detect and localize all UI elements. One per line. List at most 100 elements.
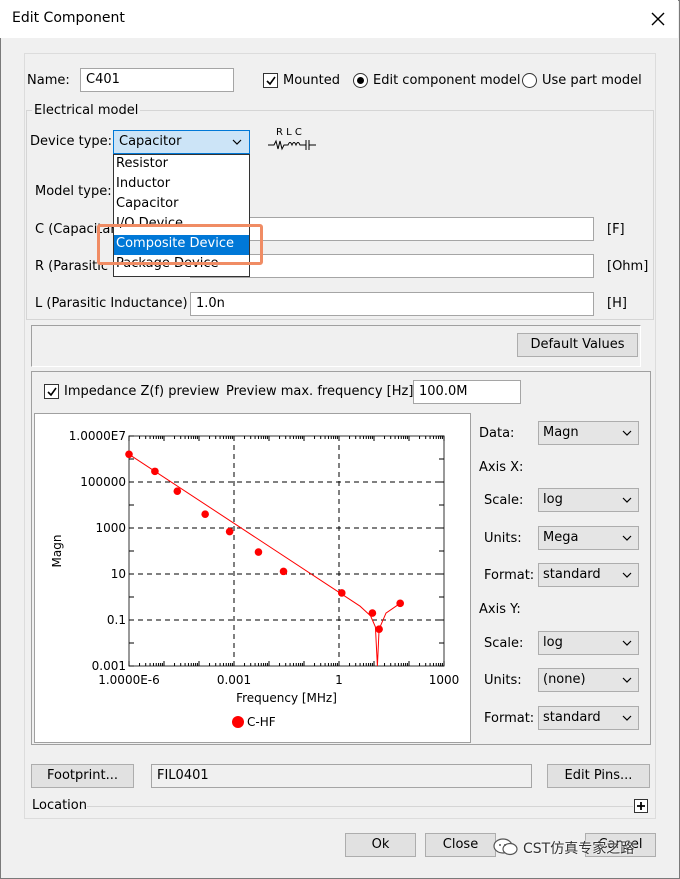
y-tick-label: 1.0000E7 bbox=[69, 429, 126, 443]
name-label: Name: bbox=[27, 73, 70, 88]
data-select[interactable]: Magn bbox=[538, 421, 639, 445]
axis-y-label: Axis Y: bbox=[479, 602, 521, 617]
y-axis-label: Magn bbox=[50, 535, 64, 568]
default-values-button[interactable]: Default Values bbox=[517, 333, 638, 357]
chevron-down-icon bbox=[622, 715, 632, 721]
x-format-label: Format: bbox=[484, 568, 535, 583]
x-scale-label: Scale: bbox=[484, 493, 524, 508]
wechat-icon bbox=[493, 838, 518, 856]
y-tick-label: 0.001 bbox=[92, 659, 126, 673]
edit-component-model-label: Edit component model bbox=[373, 73, 521, 88]
y-format-label: Format: bbox=[484, 711, 535, 726]
highlight-box bbox=[97, 224, 263, 265]
data-label: Data: bbox=[479, 426, 515, 441]
location-label: Location bbox=[32, 798, 87, 813]
mounted-label: Mounted bbox=[283, 73, 340, 88]
chevron-down-icon bbox=[622, 430, 632, 436]
window-title: Edit Component bbox=[12, 10, 125, 26]
data-point bbox=[396, 599, 404, 608]
y-units-value: (none) bbox=[543, 672, 586, 687]
chevron-down-icon bbox=[622, 572, 632, 578]
close-button[interactable]: Close bbox=[425, 833, 496, 857]
mounted-checkbox[interactable] bbox=[263, 73, 278, 88]
device-type-value: Capacitor bbox=[119, 134, 182, 149]
impedance-preview-label: Impedance Z(f) preview bbox=[64, 384, 220, 399]
data-point bbox=[279, 567, 288, 576]
data-point bbox=[225, 527, 234, 536]
plus-icon bbox=[637, 802, 645, 810]
edit-pins-button[interactable]: Edit Pins... bbox=[547, 764, 650, 788]
ok-button[interactable]: Ok bbox=[345, 833, 416, 857]
x-units-label: Units: bbox=[484, 531, 522, 546]
data-point bbox=[375, 625, 383, 633]
inductance-unit: [H] bbox=[607, 296, 627, 311]
y-units-select[interactable]: (none) bbox=[538, 668, 639, 692]
use-part-model-label: Use part model bbox=[542, 73, 642, 88]
capacitance-unit: [F] bbox=[607, 222, 625, 237]
checkmark-icon bbox=[266, 76, 276, 86]
x-tick-label: 0.001 bbox=[217, 673, 251, 687]
chevron-down-icon bbox=[622, 640, 632, 646]
dropdown-item-resistor[interactable]: Resistor bbox=[114, 155, 249, 175]
y-tick-label: 100000 bbox=[80, 475, 126, 489]
y-scale-select[interactable]: log bbox=[538, 631, 639, 655]
y-format-select[interactable]: standard bbox=[538, 706, 639, 730]
edit-component-model-radio[interactable] bbox=[353, 73, 368, 88]
chevron-down-icon bbox=[622, 497, 632, 503]
y-tick-label: 10 bbox=[111, 567, 126, 581]
max-frequency-label: Preview max. frequency [Hz]: bbox=[226, 384, 418, 399]
checkmark-icon bbox=[47, 387, 57, 397]
resistance-unit: [Ohm] bbox=[607, 259, 649, 274]
data-point bbox=[125, 450, 133, 459]
max-frequency-input[interactable]: 100.0M bbox=[413, 380, 521, 404]
y-tick-label: 0.1 bbox=[107, 613, 126, 627]
x-format-select[interactable]: standard bbox=[538, 563, 639, 587]
device-type-label: Device type: bbox=[30, 134, 113, 149]
data-point bbox=[151, 467, 159, 476]
footprint-button[interactable]: Footprint... bbox=[31, 764, 134, 788]
location-divider bbox=[87, 806, 633, 807]
plot-frame bbox=[128, 435, 445, 667]
x-tick-label: 1 bbox=[335, 673, 343, 687]
x-units-value: Mega bbox=[543, 530, 579, 545]
name-input[interactable]: C401 bbox=[80, 68, 234, 92]
x-axis-label: Frequency [MHz] bbox=[236, 691, 337, 705]
electrical-model-label: Electrical model bbox=[32, 103, 141, 118]
impedance-preview-checkbox[interactable] bbox=[44, 384, 59, 399]
x-format-value: standard bbox=[543, 567, 601, 582]
chevron-down-icon bbox=[232, 139, 242, 145]
x-units-select[interactable]: Mega bbox=[538, 526, 639, 550]
location-expand-button[interactable] bbox=[634, 799, 648, 813]
dropdown-item-inductor[interactable]: Inductor bbox=[114, 175, 249, 195]
impedance-chart: 1.0000E-6 0.001 1 10001.0000E71000001000100… bbox=[50, 429, 459, 729]
model-type-label: Model type: bbox=[35, 184, 112, 199]
data-point bbox=[337, 589, 346, 597]
footprint-input[interactable]: FIL0401 bbox=[151, 764, 532, 788]
inductance-input[interactable]: 1.0n bbox=[190, 292, 594, 316]
close-window-button[interactable] bbox=[648, 9, 668, 29]
axis-x-label: Axis X: bbox=[479, 460, 524, 475]
y-scale-label: Scale: bbox=[484, 636, 524, 651]
x-scale-select[interactable]: log bbox=[538, 488, 639, 512]
rlc-circuit-icon bbox=[268, 139, 316, 151]
inductance-label: L (Parasitic Inductance) bbox=[35, 296, 188, 311]
data-point bbox=[173, 487, 182, 495]
watermark-text: CST仿真专家之路 bbox=[523, 841, 635, 857]
device-type-select[interactable]: Capacitor bbox=[113, 130, 250, 154]
y-format-value: standard bbox=[543, 710, 601, 725]
x-tick-label: 1.0000E-6 bbox=[98, 673, 160, 687]
data-point bbox=[201, 510, 209, 518]
rlc-symbol-text: R L C bbox=[276, 127, 302, 138]
use-part-model-radio[interactable] bbox=[522, 73, 537, 88]
close-icon bbox=[651, 12, 665, 26]
data-select-value: Magn bbox=[543, 425, 579, 440]
legend-label: C-HF bbox=[247, 715, 276, 729]
y-scale-value: log bbox=[543, 635, 563, 650]
dropdown-item-capacitor[interactable]: Capacitor bbox=[114, 195, 249, 215]
data-point bbox=[254, 548, 263, 556]
rlc-symbol: R L C bbox=[268, 127, 318, 155]
chevron-down-icon bbox=[622, 535, 632, 541]
y-tick-label: 1000 bbox=[95, 521, 126, 535]
data-point bbox=[368, 609, 377, 617]
legend-marker bbox=[232, 716, 244, 728]
